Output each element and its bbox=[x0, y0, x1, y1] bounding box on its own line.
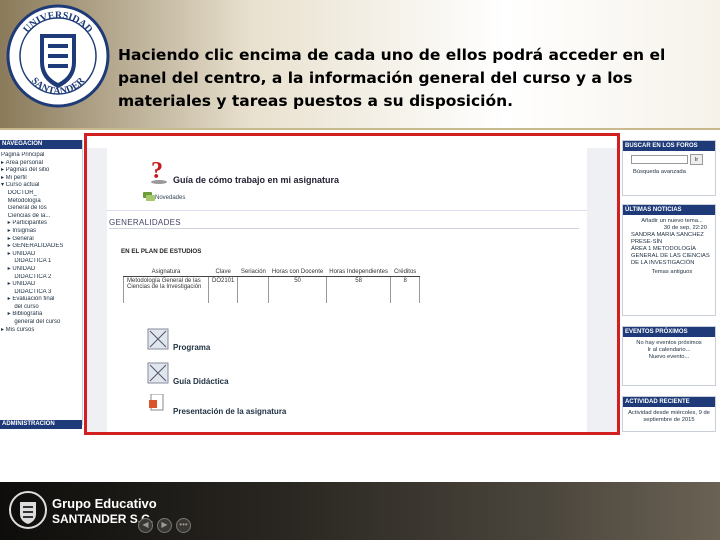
administration-header: ADMINISTRACIÓN bbox=[0, 420, 82, 429]
guide-link[interactable]: Guía de cómo trabajo en mi asignatura bbox=[173, 175, 339, 185]
plan-heading: EN EL PLAN DE ESTUDIOS bbox=[121, 248, 202, 255]
nav-item[interactable]: DIDÁCTICA 2 bbox=[1, 274, 81, 282]
nav-item[interactable]: General de los bbox=[1, 205, 81, 213]
nav-item[interactable]: ▸ Evaluación final bbox=[1, 296, 81, 304]
upcoming-events-block: EVENTOS PRÓXIMOS No hay eventos próximos… bbox=[622, 326, 716, 386]
nav-item[interactable]: ▸ Páginas del sitio bbox=[1, 167, 81, 175]
course-content: ? Guía de cómo trabajo en mi asignatura … bbox=[107, 148, 587, 432]
older-topics-link[interactable]: Temas antiguos bbox=[631, 269, 713, 276]
nav-item[interactable]: ▸ General bbox=[1, 236, 81, 244]
forum-search-button[interactable]: Ir bbox=[690, 154, 703, 165]
more-options-icon[interactable]: ••• bbox=[176, 518, 191, 533]
document-icon bbox=[147, 328, 169, 350]
nav-item[interactable]: ▸ Participantes bbox=[1, 220, 81, 228]
nav-item[interactable]: ▸ Mi perfil bbox=[1, 175, 81, 183]
panel-gutter-right bbox=[587, 148, 617, 432]
table-header: Créditos bbox=[390, 268, 420, 277]
nav-item[interactable]: DOCTOR_ bbox=[1, 190, 81, 198]
footer-line1: Grupo Educativo bbox=[52, 496, 157, 511]
recent-activity-block: ACTIVIDAD RECIENTE Actividad desde miérc… bbox=[622, 396, 716, 432]
news-body: PRESE-SÍN bbox=[631, 239, 663, 245]
nav-item[interactable]: ▸ UNIDAD bbox=[1, 281, 81, 289]
table-row: Metodología General de las Ciencias de l… bbox=[123, 276, 420, 303]
latest-news-header: ÚLTIMAS NOTICIAS bbox=[623, 205, 715, 215]
forum-search-block: BUSCAR EN LOS FOROS Ir Búsqueda avanzada bbox=[622, 140, 716, 196]
course-intro-section: ? Guía de cómo trabajo en mi asignatura … bbox=[107, 148, 587, 211]
nav-item[interactable]: Página Principal bbox=[1, 152, 81, 160]
nav-item[interactable]: DIDÁCTICA 1 bbox=[1, 258, 81, 266]
upcoming-events-header: EVENTOS PRÓXIMOS bbox=[623, 327, 715, 337]
calendar-link[interactable]: Ir al calendario... bbox=[625, 347, 713, 354]
prev-slide-icon[interactable]: ◀ bbox=[138, 518, 153, 533]
table-cell bbox=[237, 276, 270, 303]
nav-item[interactable]: general del curso bbox=[1, 319, 81, 327]
help-question-icon: ? bbox=[151, 158, 167, 184]
resource-presentation[interactable]: Presentación de la asignatura bbox=[173, 407, 286, 416]
nav-item[interactable]: ▸ UNIDAD bbox=[1, 266, 81, 274]
nav-item[interactable]: ▸ Mis cursos bbox=[1, 327, 81, 335]
nav-item[interactable]: DIDÁCTICA 3 bbox=[1, 289, 81, 297]
document-icon bbox=[147, 362, 169, 384]
table-header: Clave bbox=[208, 268, 238, 277]
table-cell: DO2101 bbox=[208, 276, 239, 303]
recent-activity-text: Actividad desde miércoles, 9 de septiemb… bbox=[628, 410, 710, 423]
new-event-link[interactable]: Nuevo evento... bbox=[625, 354, 713, 361]
footer-banner: Grupo Educativo SANTANDER S.C. ◀ ▶ ••• bbox=[0, 482, 720, 540]
course-info-table: Asignatura Clave Seriación Horas con Docent… bbox=[123, 268, 420, 303]
nav-item[interactable]: ▸ UNIDAD bbox=[1, 251, 81, 259]
table-cell: 50 bbox=[268, 276, 327, 303]
forum-search-header: BUSCAR EN LOS FOROS bbox=[623, 141, 715, 151]
advanced-search-link[interactable]: Búsqueda avanzada bbox=[633, 169, 686, 175]
navigation-list: Página Principal ▸ Área personal ▸ Páginas… bbox=[0, 149, 82, 337]
course-main-panel: ? Guía de cómo trabajo en mi asignatura … bbox=[84, 133, 620, 435]
nav-item[interactable]: Ciencias de la... bbox=[1, 213, 81, 221]
caption-text: Haciendo clic encima de cada uno de ello… bbox=[118, 46, 666, 110]
forum-search-input[interactable] bbox=[631, 155, 688, 164]
nav-item[interactable]: ▸ Bibliografía bbox=[1, 311, 81, 319]
resource-program[interactable]: Programa bbox=[173, 343, 210, 352]
latest-news-block: ÚLTIMAS NOTICIAS Añadir un nuevo tema...… bbox=[622, 204, 716, 316]
section-title: GENERALIDADES bbox=[109, 218, 181, 227]
nav-item[interactable]: del curso bbox=[1, 304, 81, 312]
next-slide-icon[interactable]: ▶ bbox=[157, 518, 172, 533]
nav-item[interactable]: Metodología bbox=[1, 198, 81, 206]
university-seal-icon: UNIVERSIDAD SANTANDER bbox=[6, 4, 110, 108]
resource-guide[interactable]: Guía Didáctica bbox=[173, 377, 229, 386]
recent-activity-header: ACTIVIDAD RECIENTE bbox=[623, 397, 715, 407]
nav-item[interactable]: ▸ Insignias bbox=[1, 228, 81, 236]
add-topic-link[interactable]: Añadir un nuevo tema... bbox=[631, 218, 713, 225]
table-header: Horas con Docente bbox=[268, 268, 327, 277]
news-date: 30 de sep, 22:20 bbox=[663, 225, 707, 231]
table-header: Asignatura bbox=[123, 268, 209, 277]
table-header: Horas Independientes bbox=[326, 268, 391, 277]
navigation-block: NAVEGACIÓN Página Principal ▸ Área person… bbox=[0, 140, 83, 425]
nav-item[interactable]: ▸ GENERALIDADES bbox=[1, 243, 81, 251]
panel-gutter-left bbox=[87, 148, 107, 432]
table-cell: Metodología General de las Ciencias de l… bbox=[123, 276, 209, 303]
nav-item[interactable]: ▸ Área personal bbox=[1, 160, 81, 168]
news-subject-link[interactable]: ÁREA 1 METODOLOGÍA GENERAL DE LAS CIENCI… bbox=[631, 246, 713, 267]
navigation-header: NAVEGACIÓN bbox=[0, 140, 82, 149]
table-cell: 8 bbox=[390, 276, 420, 303]
forum-icon bbox=[143, 192, 155, 201]
news-author: SANDRA MARIA SANCHEZ bbox=[631, 232, 704, 238]
news-forum-link[interactable]: Novedades bbox=[155, 195, 185, 201]
nav-item[interactable]: ▾ Curso actual bbox=[1, 182, 81, 190]
table-cell: 58 bbox=[326, 276, 392, 303]
group-logo-icon bbox=[9, 491, 47, 529]
presentation-icon bbox=[149, 394, 164, 411]
table-header: Seriación bbox=[237, 268, 269, 277]
events-empty-text: No hay eventos próximos bbox=[636, 340, 702, 346]
